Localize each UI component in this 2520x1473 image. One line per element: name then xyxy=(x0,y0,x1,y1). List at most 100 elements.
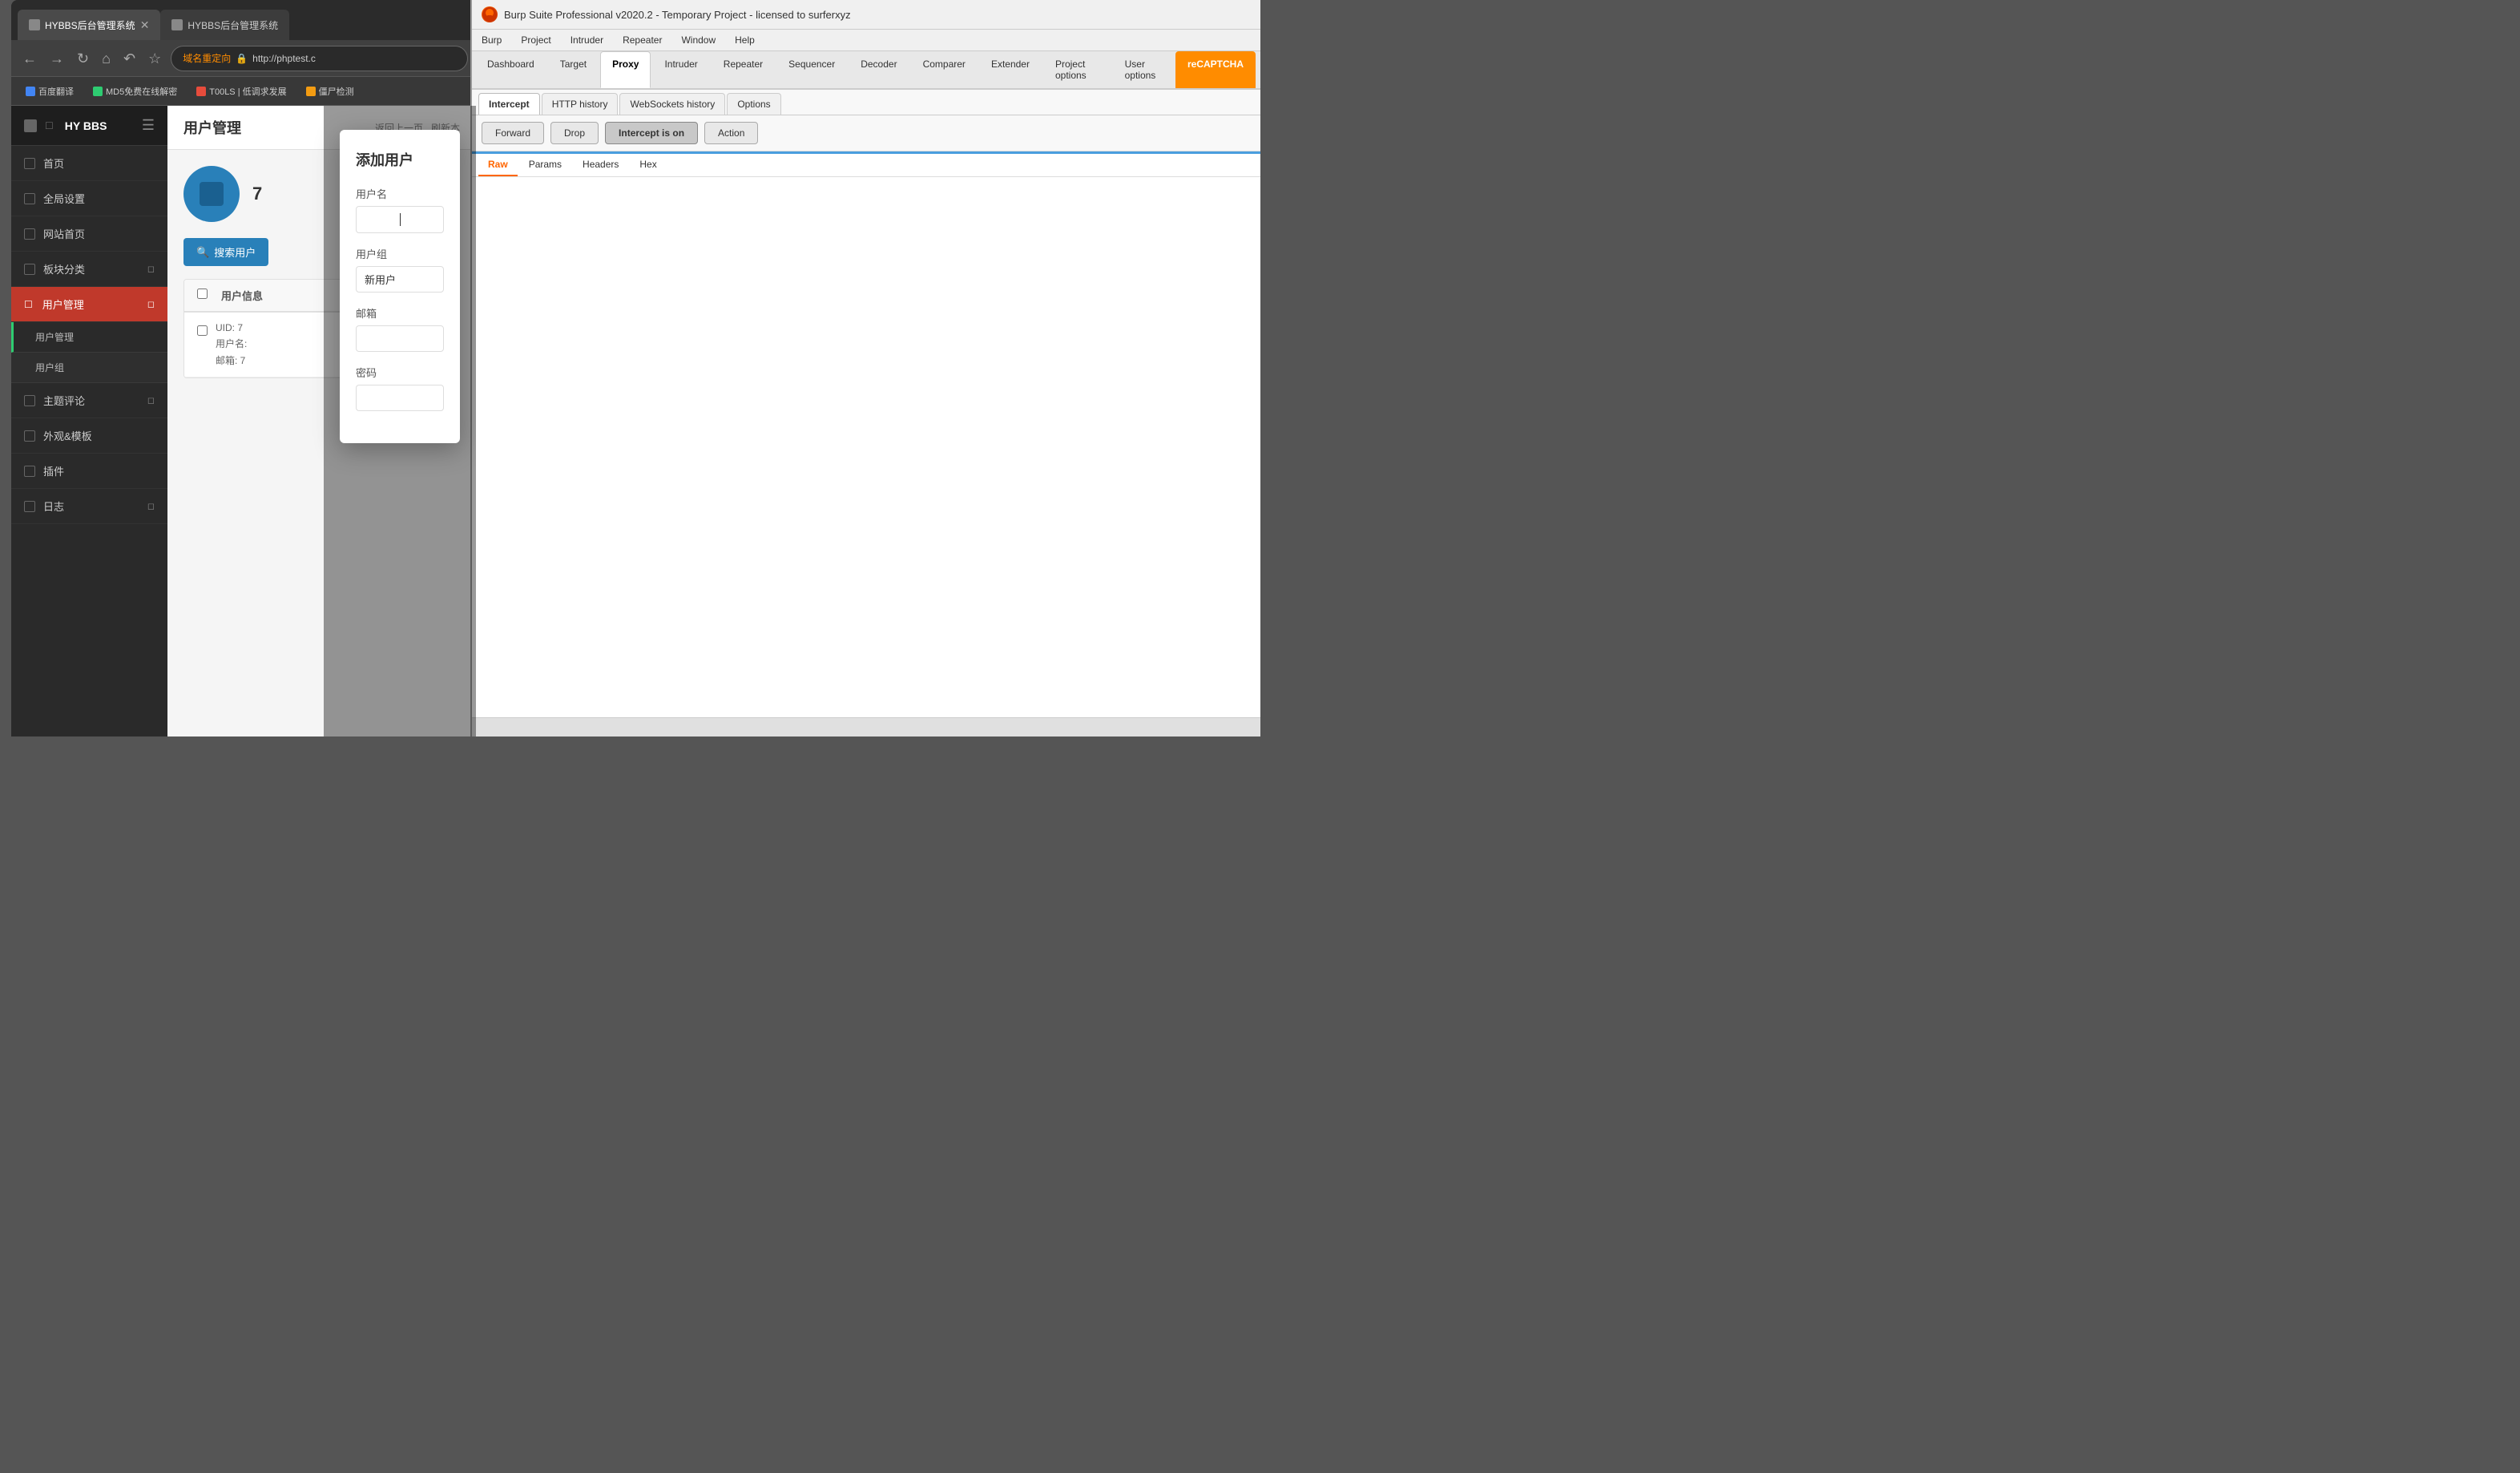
request-content-area[interactable] xyxy=(472,177,1260,717)
reload-button[interactable]: ↻ xyxy=(74,48,92,69)
search-btn-label: 搜索用户 xyxy=(214,244,256,260)
bookmark-tools-label: T00LS | 低调求发展 xyxy=(209,85,286,98)
tab-close-1[interactable]: ✕ xyxy=(140,18,150,32)
category-expand-icon: ◻ xyxy=(147,264,155,274)
menu-burp[interactable]: Burp xyxy=(478,33,505,47)
sidebar-item-category[interactable]: 板块分类 ◻ xyxy=(11,252,167,287)
zombie-icon xyxy=(306,87,316,96)
topics-expand-icon: ◻ xyxy=(147,395,155,406)
sidebar-item-plugins[interactable]: 插件 xyxy=(11,454,167,489)
tab-recaptcha[interactable]: reCAPTCHA xyxy=(1175,51,1256,88)
tab-sequencer[interactable]: Sequencer xyxy=(776,51,847,88)
tab-intercept[interactable]: Intercept xyxy=(478,93,540,115)
burp-primary-tabs: Dashboard Target Proxy Intruder Repeater… xyxy=(472,51,1260,90)
sidebar-label-templates: 外观&模板 xyxy=(43,428,92,443)
menu-help[interactable]: Help xyxy=(732,33,758,47)
sidebar-menu-icon[interactable]: ☰ xyxy=(142,117,155,134)
tab-project-options[interactable]: Project options xyxy=(1043,51,1111,88)
password-input[interactable] xyxy=(356,385,444,411)
logs-expand-icon: ◻ xyxy=(147,501,155,511)
menu-project[interactable]: Project xyxy=(518,33,554,47)
forward-button[interactable]: Forward xyxy=(482,122,544,144)
sidebar-item-templates[interactable]: 外观&模板 xyxy=(11,418,167,454)
user-uid: UID: 7 xyxy=(216,322,247,333)
sidebar-checkbox: ☐ xyxy=(45,120,54,131)
sidebar-sub-item-user-group[interactable]: 用户组 xyxy=(11,353,167,383)
tab-http-history[interactable]: HTTP history xyxy=(542,93,619,115)
menu-window[interactable]: Window xyxy=(678,33,719,47)
tab-intruder[interactable]: Intruder xyxy=(652,51,709,88)
sidebar-check-homepage xyxy=(24,228,35,240)
browser-tab-1[interactable]: HYBBS后台管理系统 ✕ xyxy=(18,10,160,40)
tab-label-2: HYBBS后台管理系统 xyxy=(187,18,278,32)
burp-title-bar: Burp Suite Professional v2020.2 - Tempor… xyxy=(472,0,1260,30)
bookmark-translate[interactable]: 百度翻译 xyxy=(19,83,80,100)
bookmark-translate-label: 百度翻译 xyxy=(38,85,74,98)
intercept-toggle-button[interactable]: Intercept is on xyxy=(605,122,698,144)
tab-favicon-1 xyxy=(29,19,40,30)
sidebar-item-logs[interactable]: 日志 ◻ xyxy=(11,489,167,524)
menu-intruder[interactable]: Intruder xyxy=(567,33,607,47)
request-tab-headers[interactable]: Headers xyxy=(573,154,628,176)
request-tab-hex[interactable]: Hex xyxy=(630,154,666,176)
tab-websockets-history[interactable]: WebSockets history xyxy=(619,93,725,115)
home-button[interactable]: ⌂ xyxy=(99,48,114,69)
usergroup-label: 用户组 xyxy=(356,246,444,261)
add-user-modal: 添加用户 用户名 用户组 邮箱 xyxy=(340,130,460,443)
tab-user-options[interactable]: User options xyxy=(1113,51,1174,88)
sidebar-label-global: 全局设置 xyxy=(43,191,85,206)
row-checkbox[interactable] xyxy=(197,325,208,336)
tool-icon xyxy=(196,87,206,96)
sidebar-sub-item-user-mgmt[interactable]: 用户管理 xyxy=(11,322,167,353)
sidebar-item-topics[interactable]: 主题评论 ◻ xyxy=(11,383,167,418)
tab-repeater[interactable]: Repeater xyxy=(712,51,775,88)
request-tab-params[interactable]: Params xyxy=(519,154,571,176)
intercept-toolbar: Forward Drop Intercept is on Action xyxy=(472,115,1260,151)
sidebar-header: ☐ HY BBS ☰ xyxy=(11,106,167,146)
tab-dashboard[interactable]: Dashboard xyxy=(475,51,546,88)
sidebar-check-category xyxy=(24,264,35,275)
tab-comparer[interactable]: Comparer xyxy=(911,51,978,88)
tab-target[interactable]: Target xyxy=(548,51,599,88)
sidebar-item-homepage[interactable]: 网站首页 xyxy=(11,216,167,252)
tab-decoder[interactable]: Decoder xyxy=(849,51,909,88)
table-check-all[interactable] xyxy=(197,289,213,303)
avatar-inner-icon xyxy=(200,182,224,206)
user-id-display: 7 xyxy=(252,184,262,204)
bookmark-zombie[interactable]: 僵尸检测 xyxy=(300,83,361,100)
history-back-button[interactable]: ↶ xyxy=(120,48,139,69)
tab-options[interactable]: Options xyxy=(727,93,780,115)
action-button[interactable]: Action xyxy=(704,122,758,144)
sidebar-item-home[interactable]: 首页 xyxy=(11,146,167,181)
back-button[interactable]: ← xyxy=(19,48,40,69)
menu-repeater[interactable]: Repeater xyxy=(619,33,665,47)
sidebar-check-plugins xyxy=(24,466,35,477)
email-input[interactable] xyxy=(356,325,444,352)
users-expand-icon: ◻ xyxy=(147,299,155,309)
browser-tab-2[interactable]: HYBBS后台管理系统 xyxy=(160,10,289,40)
drop-button[interactable]: Drop xyxy=(550,122,599,144)
sidebar-item-global[interactable]: 全局设置 xyxy=(11,181,167,216)
search-users-button[interactable]: 🔍 搜索用户 xyxy=(183,238,268,266)
request-tab-raw[interactable]: Raw xyxy=(478,154,518,176)
tab-proxy[interactable]: Proxy xyxy=(600,51,651,88)
address-bar[interactable]: 域名重定向 🔒 http://phptest.c xyxy=(171,46,468,71)
email-label: 邮箱 xyxy=(356,305,444,321)
bookmark-md5[interactable]: MD5免费在线解密 xyxy=(87,83,183,100)
drop-label: Drop xyxy=(564,127,585,139)
tab-label-1: HYBBS后台管理系统 xyxy=(45,18,135,32)
tab-extender[interactable]: Extender xyxy=(979,51,1042,88)
bookmark-button[interactable]: ☆ xyxy=(145,48,164,69)
user-checkbox-active: ☐ xyxy=(24,299,33,310)
sidebar-item-users[interactable]: ☐ 用户管理 ◻ xyxy=(11,287,167,322)
sidebar-label-topics: 主题评论 xyxy=(43,393,85,408)
bookmark-tools[interactable]: T00LS | 低调求发展 xyxy=(190,83,292,100)
sidebar-label-category: 板块分类 xyxy=(43,261,85,276)
select-all-checkbox[interactable] xyxy=(197,289,208,299)
username-label: 用户名 xyxy=(356,186,444,201)
usergroup-input[interactable] xyxy=(356,266,444,293)
forward-button[interactable]: → xyxy=(46,48,67,69)
bookmark-zombie-label: 僵尸检测 xyxy=(319,85,354,98)
tab-favicon-2 xyxy=(171,19,183,30)
username-input-display xyxy=(356,206,444,233)
